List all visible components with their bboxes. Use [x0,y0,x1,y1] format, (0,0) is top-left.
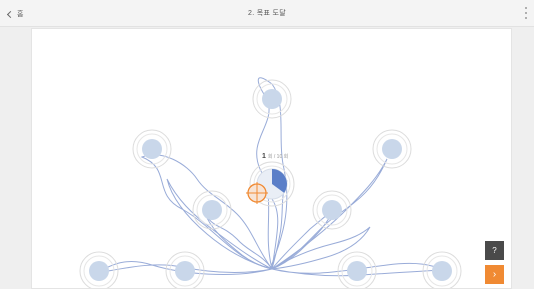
target-3[interactable] [372,129,412,169]
page-title: 2. 목표 도달 [248,10,286,17]
target-4[interactable] [192,190,232,230]
kebab-menu-icon[interactable] [523,7,529,19]
hint-button[interactable]: ? [485,241,504,260]
score-label: 1회 / 10 회 [262,153,288,160]
next-button[interactable]: › [485,265,504,284]
score-value: 1 [262,153,266,160]
target-1[interactable] [252,79,292,119]
exercise-canvas[interactable]: 1회 / 10 회 [31,28,512,289]
target-7[interactable] [165,251,205,289]
score-unit: 회 / 10 회 [267,154,289,160]
top-bar: 홈 2. 목표 도달 [0,0,534,27]
